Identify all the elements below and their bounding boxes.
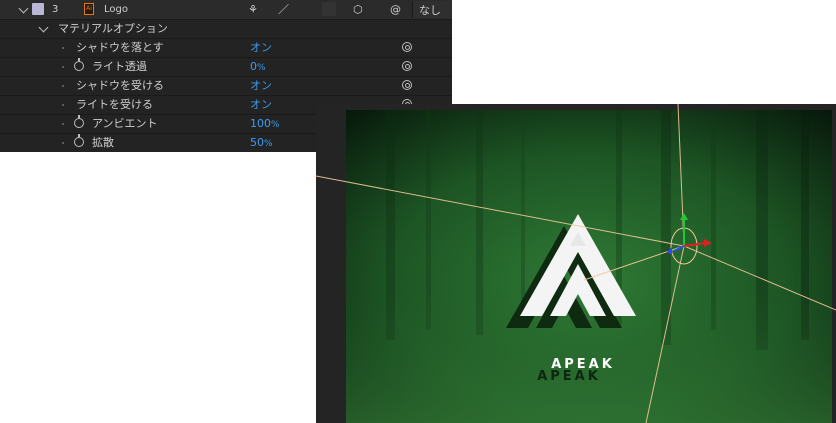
layer-number: 3	[52, 4, 59, 15]
property-bullet	[62, 85, 64, 87]
property-label: シャドウを受ける	[76, 79, 164, 92]
property-label: アンビエント	[92, 117, 158, 130]
material-options-label: マテリアルオプション	[58, 22, 168, 35]
property-value[interactable]: 100%	[250, 114, 280, 135]
property-bullet	[62, 66, 64, 68]
property-label: シャドウを落とす	[76, 41, 164, 54]
value-number[interactable]: 0	[250, 60, 257, 73]
shy-layer-switch-icon[interactable]: ⚘	[248, 0, 258, 19]
layer-row-logo[interactable]: 3 Ai Logo ⚘ ／ ⬡ @ なし	[0, 0, 452, 20]
composition-canvas[interactable]: APEAK APEAK	[316, 104, 836, 423]
material-options-twirl-chevron-icon[interactable]	[38, 22, 49, 33]
value-number[interactable]: 50	[250, 136, 264, 149]
expression-pickwhip-icon[interactable]	[402, 61, 412, 71]
value-unit: %	[264, 139, 273, 149]
property-label: ライトを受ける	[76, 98, 153, 111]
stopwatch-icon[interactable]	[74, 115, 84, 128]
value-unit: %	[271, 120, 280, 130]
property-value[interactable]: オン	[250, 95, 272, 114]
stopwatch-icon[interactable]	[74, 134, 84, 147]
property-value[interactable]: 0%	[250, 57, 266, 78]
property-bullet	[62, 123, 64, 125]
expression-pickwhip-icon[interactable]	[402, 42, 412, 52]
property-bullet	[62, 104, 64, 106]
value-unit: %	[257, 63, 266, 73]
layer-label-color-swatch[interactable]	[32, 3, 44, 15]
illustrator-file-icon: Ai	[84, 3, 94, 15]
stopwatch-icon[interactable]	[74, 58, 84, 71]
property-row-accepts-shadows: シャドウを受ける オン	[0, 76, 452, 96]
expression-pickwhip-icon[interactable]	[402, 80, 412, 90]
property-row-casts-shadows: シャドウを落とす オン	[0, 38, 452, 58]
property-label: 拡散	[92, 136, 114, 149]
layer-name[interactable]: Logo	[104, 0, 128, 19]
logo-text[interactable]: APEAK	[551, 357, 615, 372]
parent-dropdown[interactable]: なし	[412, 1, 452, 18]
3d-layer-cube-icon[interactable]: ⬡	[353, 0, 363, 19]
value-number[interactable]: 100	[250, 117, 271, 130]
quality-switch-icon[interactable]: ／	[278, 0, 289, 19]
layer-twirl-chevron-icon[interactable]	[18, 3, 29, 14]
fx-switch-cell[interactable]	[322, 2, 336, 16]
property-row-light-transmission: ライト透過 0%	[0, 57, 452, 77]
property-value[interactable]: オン	[250, 76, 272, 95]
parent-pickwhip-icon[interactable]: @	[390, 0, 401, 19]
property-label: ライト透過	[92, 60, 147, 73]
property-bullet	[62, 47, 64, 49]
property-value[interactable]: 50%	[250, 133, 273, 152]
material-options-group-row[interactable]: マテリアルオプション	[0, 19, 452, 39]
composition-viewer[interactable]: APEAK APEAK	[316, 104, 836, 423]
property-bullet	[62, 142, 64, 144]
property-value[interactable]: オン	[250, 38, 272, 57]
